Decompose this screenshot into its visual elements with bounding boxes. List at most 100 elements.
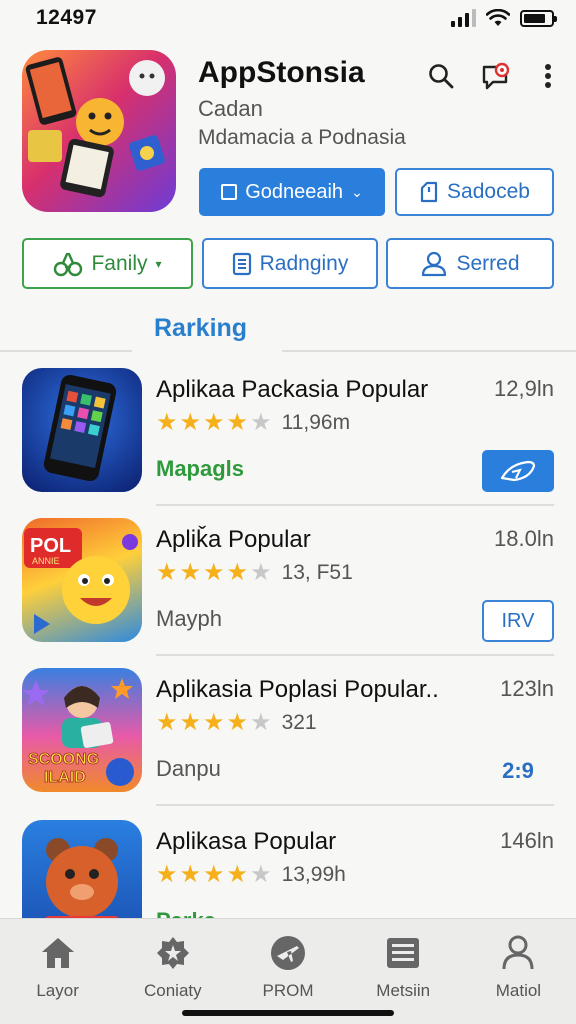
star-icon: ★	[250, 709, 272, 736]
list-icon	[383, 933, 423, 973]
app-size: 123ln	[500, 676, 554, 701]
app-tag: Mayph	[156, 606, 223, 631]
app-subtitle: Cadan	[198, 96, 263, 121]
filter-chip-label: Fanily	[91, 251, 148, 275]
app-name: Aplikasa Popular	[156, 828, 337, 855]
badge-star-icon	[153, 933, 193, 973]
filter-chip-served[interactable]: Serred	[386, 238, 554, 289]
app-icon	[22, 368, 142, 492]
tab-label: Layor	[36, 981, 79, 1000]
rating-count: 13,99h	[281, 862, 346, 886]
star-icon: ★	[203, 709, 225, 736]
star-icon: ★	[203, 559, 225, 586]
filter-chip-family[interactable]: Fanily ▾	[22, 238, 193, 289]
rocket-icon	[500, 460, 536, 482]
divider	[156, 504, 554, 506]
app-list-item[interactable]: SCOONG ILAID Aplikasia Poplasi Popular..…	[0, 668, 576, 808]
home-indicator	[182, 1010, 394, 1016]
app-list-item[interactable]: Aplikaa Packasia Popular 12,9ln ★ ★ ★ ★ ★ 11…	[0, 368, 576, 508]
status-bar: 12497	[0, 0, 576, 36]
star-icon: ★	[179, 409, 202, 436]
tab-label: Coniaty	[143, 981, 202, 1000]
star-rating: ★ ★ ★ ★ ★ 11,96m	[156, 408, 350, 437]
bottom-tab-bar: Layor Coniaty PROM Metsiin Matiol	[0, 918, 576, 1024]
status-icons	[451, 9, 557, 27]
primary-button[interactable]: Godneeaih ⌄	[199, 168, 385, 216]
star-icon: ★	[203, 409, 225, 436]
app-size: 146ln	[500, 828, 554, 853]
app-size: 12,9ln	[494, 376, 554, 401]
search-icon[interactable]	[425, 60, 457, 92]
filter-chip-label: Serred	[456, 251, 520, 275]
app-icon: POL ANNIE	[22, 518, 142, 642]
chevron-down-icon: ⌄	[351, 183, 363, 200]
action-button[interactable]: 2:9	[482, 750, 554, 792]
tag-icon	[420, 181, 438, 203]
tab-label: PROM	[262, 981, 314, 1000]
star-icon: ★	[156, 861, 178, 888]
tab-metsiin[interactable]: Metsiin	[346, 919, 461, 1024]
divider	[282, 350, 576, 352]
caret-down-icon: ▾	[155, 256, 162, 271]
tab-label: Metsiin	[376, 981, 431, 1000]
user-icon	[422, 251, 447, 276]
user-icon	[498, 933, 538, 973]
star-icon: ★	[179, 559, 202, 586]
star-icon: ★	[226, 559, 249, 586]
star-icon: ★	[226, 409, 249, 436]
star-rating: ★ ★ ★ ★ ★ 13,99h	[156, 860, 346, 889]
app-name: Aplikaa Packasia Popular	[156, 376, 429, 403]
star-icon: ★	[226, 709, 249, 736]
star-icon: ★	[156, 709, 178, 736]
app-description: Mdamacia a Podnasia	[198, 126, 406, 149]
tab-home[interactable]: Layor	[0, 919, 115, 1024]
app-tag: Mapagls	[156, 456, 245, 481]
install-button[interactable]	[482, 450, 554, 492]
app-icon	[22, 50, 176, 212]
divider	[0, 350, 132, 352]
tab-label: Matiol	[495, 981, 542, 1000]
divider	[156, 654, 554, 656]
star-icon: ★	[179, 709, 202, 736]
tab-community[interactable]: Coniaty	[115, 919, 230, 1024]
star-icon: ★	[156, 559, 178, 586]
signal-icon	[451, 9, 476, 27]
star-icon: ★	[226, 861, 249, 888]
tab-prom[interactable]: PROM	[230, 919, 345, 1024]
app-tag: Danpu	[156, 756, 221, 781]
tab-profile[interactable]: Matiol	[461, 919, 576, 1024]
filter-chip-ranking[interactable]: Radnginy	[202, 238, 378, 289]
divider	[156, 804, 554, 806]
more-vertical-icon[interactable]	[532, 60, 564, 92]
icon-logo-text: POL	[30, 535, 71, 557]
icon-logo-text: SCOONG	[28, 751, 99, 768]
star-rating: ★ ★ ★ ★ ★ 13, F51	[156, 558, 353, 587]
battery-icon	[520, 9, 557, 27]
filter-chip-label: Radnginy	[259, 251, 349, 275]
square-icon	[221, 184, 238, 200]
icon-logo-text: ILAID	[44, 769, 86, 786]
app-name: Apliǩa Popular	[156, 526, 311, 553]
primary-button-label: Godneeaih	[245, 180, 344, 203]
star-rating: ★ ★ ★ ★ ★ 321	[156, 708, 317, 737]
secondary-button-label: Sadoceb	[447, 180, 530, 203]
secondary-button[interactable]: Sadoceb	[395, 168, 554, 216]
icon-logo-text: ANNIE	[32, 556, 60, 566]
app-list-item[interactable]: POL ANNIE Apliǩa Popular 18.0ln ★ ★ ★ ★ ★ 13…	[0, 518, 576, 658]
wifi-icon	[486, 9, 510, 26]
star-icon: ★	[250, 559, 272, 586]
binoculars-icon	[54, 252, 83, 276]
star-icon: ★	[156, 409, 178, 436]
rating-count: 13, F51	[281, 560, 353, 584]
action-button[interactable]: IRV	[482, 600, 554, 642]
chat-badge-icon[interactable]	[480, 60, 512, 92]
plane-icon	[268, 933, 308, 973]
rating-count: 321	[281, 710, 317, 734]
home-icon	[38, 933, 78, 973]
list-icon	[232, 252, 251, 275]
app-size: 18.0ln	[494, 526, 554, 551]
rating-count: 11,96m	[281, 410, 351, 434]
app-icon: SCOONG ILAID	[22, 668, 142, 792]
app-title: AppStonsia	[198, 56, 365, 89]
star-icon: ★	[250, 409, 272, 436]
